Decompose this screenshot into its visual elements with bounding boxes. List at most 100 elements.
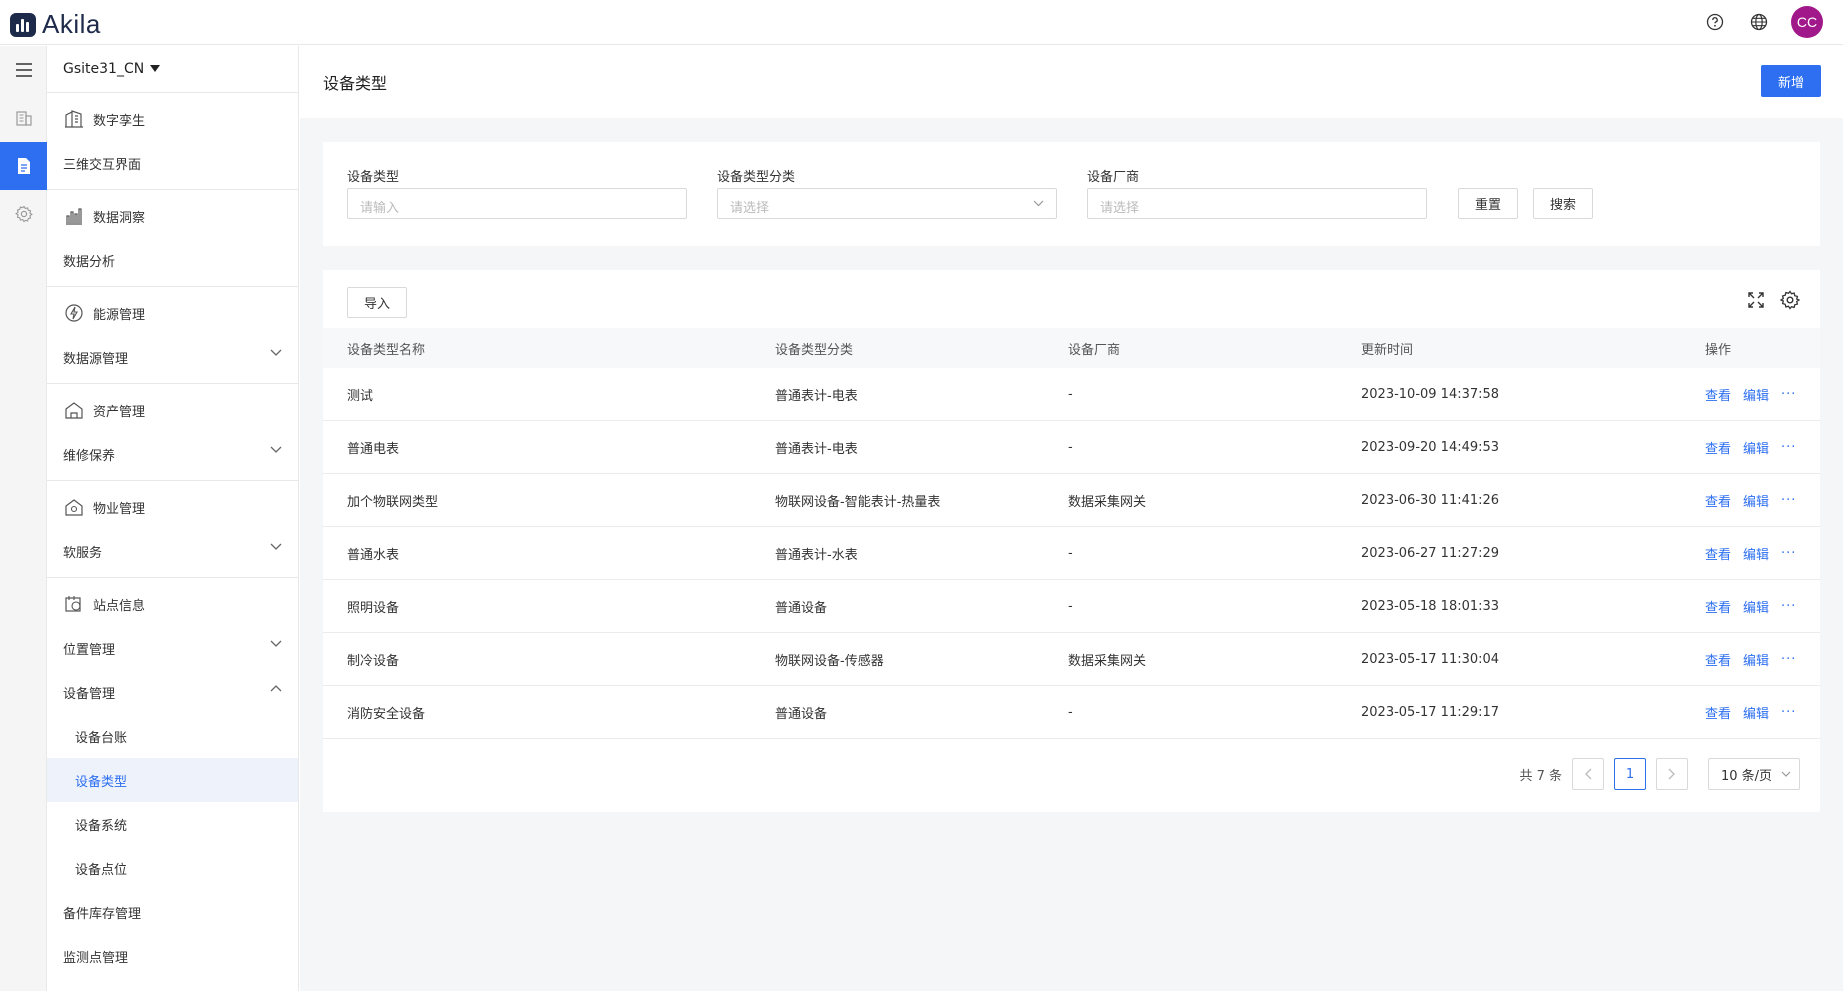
filter-label: 设备厂商 [1087, 170, 1140, 185]
sidebar-item-maintenance[interactable]: 维修保养 [47, 432, 298, 476]
cell-updated: 2023-05-17 11:30:04 [1361, 651, 1500, 667]
sidebar-item-label: 设备台账 [75, 730, 128, 746]
chevron-left-icon [1585, 768, 1592, 780]
edit-link[interactable]: 编辑 [1743, 597, 1769, 616]
prev-page-button[interactable] [1572, 758, 1604, 790]
sidebar-item-datasource[interactable]: 数据源管理 [47, 335, 298, 379]
building-icon[interactable] [0, 94, 47, 142]
more-actions-icon[interactable]: ··· [1781, 387, 1796, 402]
menu-icon[interactable] [0, 46, 47, 94]
more-actions-icon[interactable]: ··· [1781, 705, 1796, 720]
sidebar-section-label: 资产管理 [93, 404, 146, 420]
globe-icon[interactable] [1747, 10, 1771, 34]
sidebar-section-site-info: 站点信息 [47, 582, 298, 626]
page-size-select[interactable]: 10 条/页 [1708, 758, 1800, 790]
edit-link[interactable]: 编辑 [1743, 703, 1769, 722]
cell-name: 制冷设备 [347, 653, 400, 669]
app-logo[interactable]: Akila [10, 9, 101, 40]
sidebar-item-3d-interface[interactable]: 三维交互界面 [47, 141, 298, 185]
view-link[interactable]: 查看 [1705, 597, 1731, 616]
view-link[interactable]: 查看 [1705, 385, 1731, 404]
sidebar-section-assets: 资产管理 [47, 388, 298, 432]
more-actions-icon[interactable]: ··· [1781, 440, 1796, 455]
view-link[interactable]: 查看 [1705, 491, 1731, 510]
caret-down-icon [150, 65, 161, 72]
cell-category: 普通设备 [775, 706, 828, 722]
view-link[interactable]: 查看 [1705, 544, 1731, 563]
table-settings-icon[interactable] [1779, 290, 1801, 314]
icon-rail [0, 46, 47, 991]
vendor-select[interactable]: 请选择 [1087, 188, 1427, 219]
page-size-value: 10 条/页 [1721, 768, 1773, 784]
gear-icon[interactable] [0, 190, 47, 238]
bar-chart-icon [63, 205, 85, 227]
more-actions-icon[interactable]: ··· [1781, 599, 1796, 614]
help-icon[interactable] [1703, 10, 1727, 34]
table-row: 普通电表 普通表计-电表 - 2023-09-20 14:49:53 查看 编辑 ·… [323, 421, 1820, 474]
chevron-up-icon [270, 685, 282, 692]
sidebar-item-location[interactable]: 位置管理 [47, 626, 298, 670]
page-header: 设备类型 新增 [300, 46, 1843, 118]
cell-vendor: 数据采集网关 [1068, 653, 1147, 669]
search-button[interactable]: 搜索 [1533, 188, 1593, 219]
import-button[interactable]: 导入 [347, 287, 407, 318]
more-actions-icon[interactable]: ··· [1781, 546, 1796, 561]
more-actions-icon[interactable]: ··· [1781, 652, 1796, 667]
sidebar-item-spare-parts[interactable]: 备件库存管理 [47, 890, 298, 934]
sidebar-section-data-insight: 数据洞察 [47, 194, 298, 238]
edit-link[interactable]: 编辑 [1743, 438, 1769, 457]
sidebar-item-device-type[interactable]: 设备类型 [47, 758, 298, 802]
cell-name: 加个物联网类型 [347, 494, 439, 510]
sidebar-item-soft-services[interactable]: 软服务 [47, 529, 298, 573]
sidebar-section-property: 物业管理 [47, 485, 298, 529]
sidebar-item-monitoring-points[interactable]: 监测点管理 [47, 934, 298, 978]
sidebar-item-label: 数据分析 [63, 254, 116, 270]
group-data-insight: 数据洞察 数据分析 [47, 190, 298, 287]
chevron-down-icon [1781, 771, 1791, 777]
edit-link[interactable]: 编辑 [1743, 544, 1769, 563]
view-link[interactable]: 查看 [1705, 438, 1731, 457]
cell-updated: 2023-06-30 11:41:26 [1361, 492, 1500, 508]
cell-updated: 2023-10-09 14:37:58 [1361, 386, 1500, 402]
add-button[interactable]: 新增 [1761, 65, 1821, 97]
view-link[interactable]: 查看 [1705, 703, 1731, 722]
cell-vendor: - [1068, 439, 1073, 455]
page-number[interactable]: 1 [1614, 758, 1646, 790]
site-selector[interactable]: Gsite31_CN [47, 46, 298, 93]
sidebar-item-data-analysis[interactable]: 数据分析 [47, 238, 298, 282]
sidebar-item-device-ledger[interactable]: 设备台账 [47, 714, 298, 758]
cell-name: 消防安全设备 [347, 706, 426, 722]
sidebar-item-label: 设备点位 [75, 862, 128, 878]
sidebar-item-device-system[interactable]: 设备系统 [47, 802, 298, 846]
cell-category: 物联网设备-传感器 [775, 653, 884, 669]
user-avatar[interactable]: CC [1791, 6, 1823, 38]
fullscreen-icon[interactable] [1746, 290, 1766, 314]
sidebar-section-digital-twin: 数字孪生 [47, 97, 298, 141]
document-icon[interactable] [0, 142, 47, 190]
next-page-button[interactable] [1656, 758, 1688, 790]
site-info-icon [63, 593, 85, 615]
select-placeholder: 请选择 [1100, 201, 1140, 216]
edit-link[interactable]: 编辑 [1743, 385, 1769, 404]
category-select[interactable]: 请选择 [717, 188, 1057, 219]
twin-building-icon [63, 108, 85, 130]
edit-link[interactable]: 编辑 [1743, 650, 1769, 669]
cell-name: 照明设备 [347, 600, 400, 616]
sidebar-section-label: 数据洞察 [93, 210, 146, 226]
view-link[interactable]: 查看 [1705, 650, 1731, 669]
sidebar-item-device-points[interactable]: 设备点位 [47, 846, 298, 890]
column-header: 设备厂商 [1068, 342, 1121, 358]
cell-vendor: - [1068, 598, 1073, 614]
more-actions-icon[interactable]: ··· [1781, 493, 1796, 508]
reset-button[interactable]: 重置 [1458, 188, 1518, 219]
asset-house-icon [63, 399, 85, 421]
cell-vendor: - [1068, 704, 1073, 720]
cell-updated: 2023-06-27 11:27:29 [1361, 545, 1500, 561]
edit-link[interactable]: 编辑 [1743, 491, 1769, 510]
sidebar-section-energy: 能源管理 [47, 291, 298, 335]
table-row: 消防安全设备 普通设备 - 2023-05-17 11:29:17 查看 编辑 ··… [323, 686, 1820, 739]
cell-category: 普通设备 [775, 600, 828, 616]
group-assets: 资产管理 维修保养 [47, 384, 298, 481]
sidebar-item-device-management[interactable]: 设备管理 [47, 670, 298, 714]
device-type-input[interactable]: 请输入 [347, 188, 687, 219]
